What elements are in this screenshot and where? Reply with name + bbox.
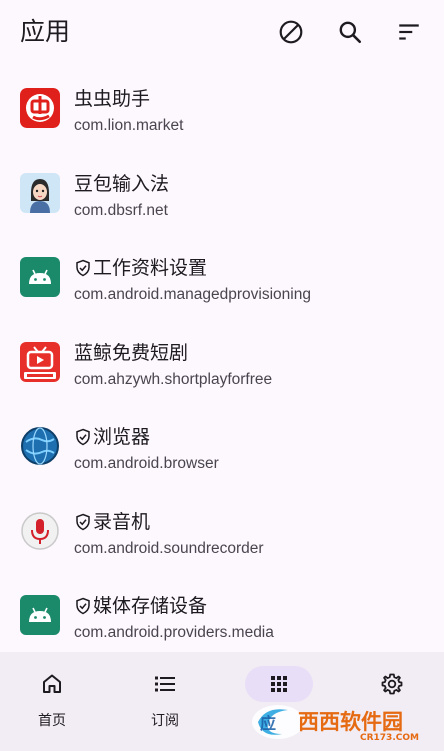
nav-subscriptions[interactable]: 订阅 (115, 664, 215, 734)
app-package: com.android.managedprovisioning (74, 286, 311, 303)
search-button[interactable] (333, 14, 367, 50)
sort-icon (399, 24, 419, 40)
app-name: 豆包输入法 (74, 172, 170, 195)
list-item[interactable]: 浏览器 com.android.browser (0, 404, 444, 489)
list-icon (155, 676, 175, 692)
android-icon (20, 257, 60, 297)
sort-button[interactable] (392, 14, 426, 50)
globe-icon (20, 426, 60, 466)
watermark-logo: 应 西西软件园 CR173.COM (248, 702, 428, 743)
app-name: 媒体存储设备 (74, 593, 207, 619)
app-package: com.lion.market (74, 117, 184, 134)
list-item[interactable]: 蓝鲸免费短剧 com.ahzywh.shortplayforfree (0, 320, 444, 405)
app-name: 录音机 (74, 509, 150, 535)
page-title: 应用 (20, 17, 71, 46)
shield-icon (76, 597, 90, 615)
app-list: 虫虫助手 com.lion.market 豆包输入法 com.dbsrf.net (0, 66, 444, 658)
app-name: 工作资料设置 (74, 255, 207, 281)
watermark-text: 西西软件园 (298, 710, 403, 734)
nav-indicator (358, 666, 426, 702)
app-package: com.android.providers.media (74, 624, 274, 641)
nav-indicator-active (245, 666, 313, 702)
list-item[interactable]: 媒体存储设备 com.android.providers.media (0, 573, 444, 658)
microphone-icon (20, 511, 60, 551)
home-icon (43, 674, 61, 693)
shield-icon (76, 428, 90, 446)
nav-indicator (131, 666, 199, 702)
chongchong-icon (20, 88, 60, 128)
app-name: 蓝鲸免费短剧 (74, 341, 189, 364)
list-item[interactable]: 虫虫助手 com.lion.market (0, 66, 444, 151)
list-item[interactable]: 录音机 com.android.soundrecorder (0, 489, 444, 574)
app-name: 浏览器 (74, 424, 150, 450)
tv-icon (20, 341, 60, 382)
block-button[interactable] (274, 14, 308, 50)
top-app-bar: 应用 (0, 0, 444, 66)
shield-icon (76, 513, 90, 530)
app-package: com.ahzywh.shortplayforfree (74, 370, 273, 388)
nav-home[interactable]: 首页 (2, 664, 102, 734)
android-icon (20, 595, 60, 635)
list-item[interactable]: 工作资料设置 com.android.managedprovisioning (0, 235, 444, 320)
nav-label: 首页 (38, 713, 66, 729)
apps-grid-icon (271, 676, 287, 692)
app-package: com.android.browser (74, 455, 219, 472)
app-package: com.android.soundrecorder (74, 539, 264, 557)
app-package: com.dbsrf.net (74, 201, 168, 219)
app-name: 虫虫助手 (74, 88, 151, 110)
gear-icon (381, 673, 403, 695)
list-item[interactable]: 豆包输入法 com.dbsrf.net (0, 151, 444, 236)
shield-icon (76, 259, 90, 277)
svg-text:应: 应 (260, 714, 276, 733)
search-icon (339, 21, 362, 44)
nav-indicator (18, 666, 86, 702)
block-icon (279, 20, 303, 44)
nav-label: 订阅 (151, 713, 179, 729)
watermark-domain: CR173.COM (360, 733, 419, 742)
doubao-avatar-icon (20, 172, 60, 213)
